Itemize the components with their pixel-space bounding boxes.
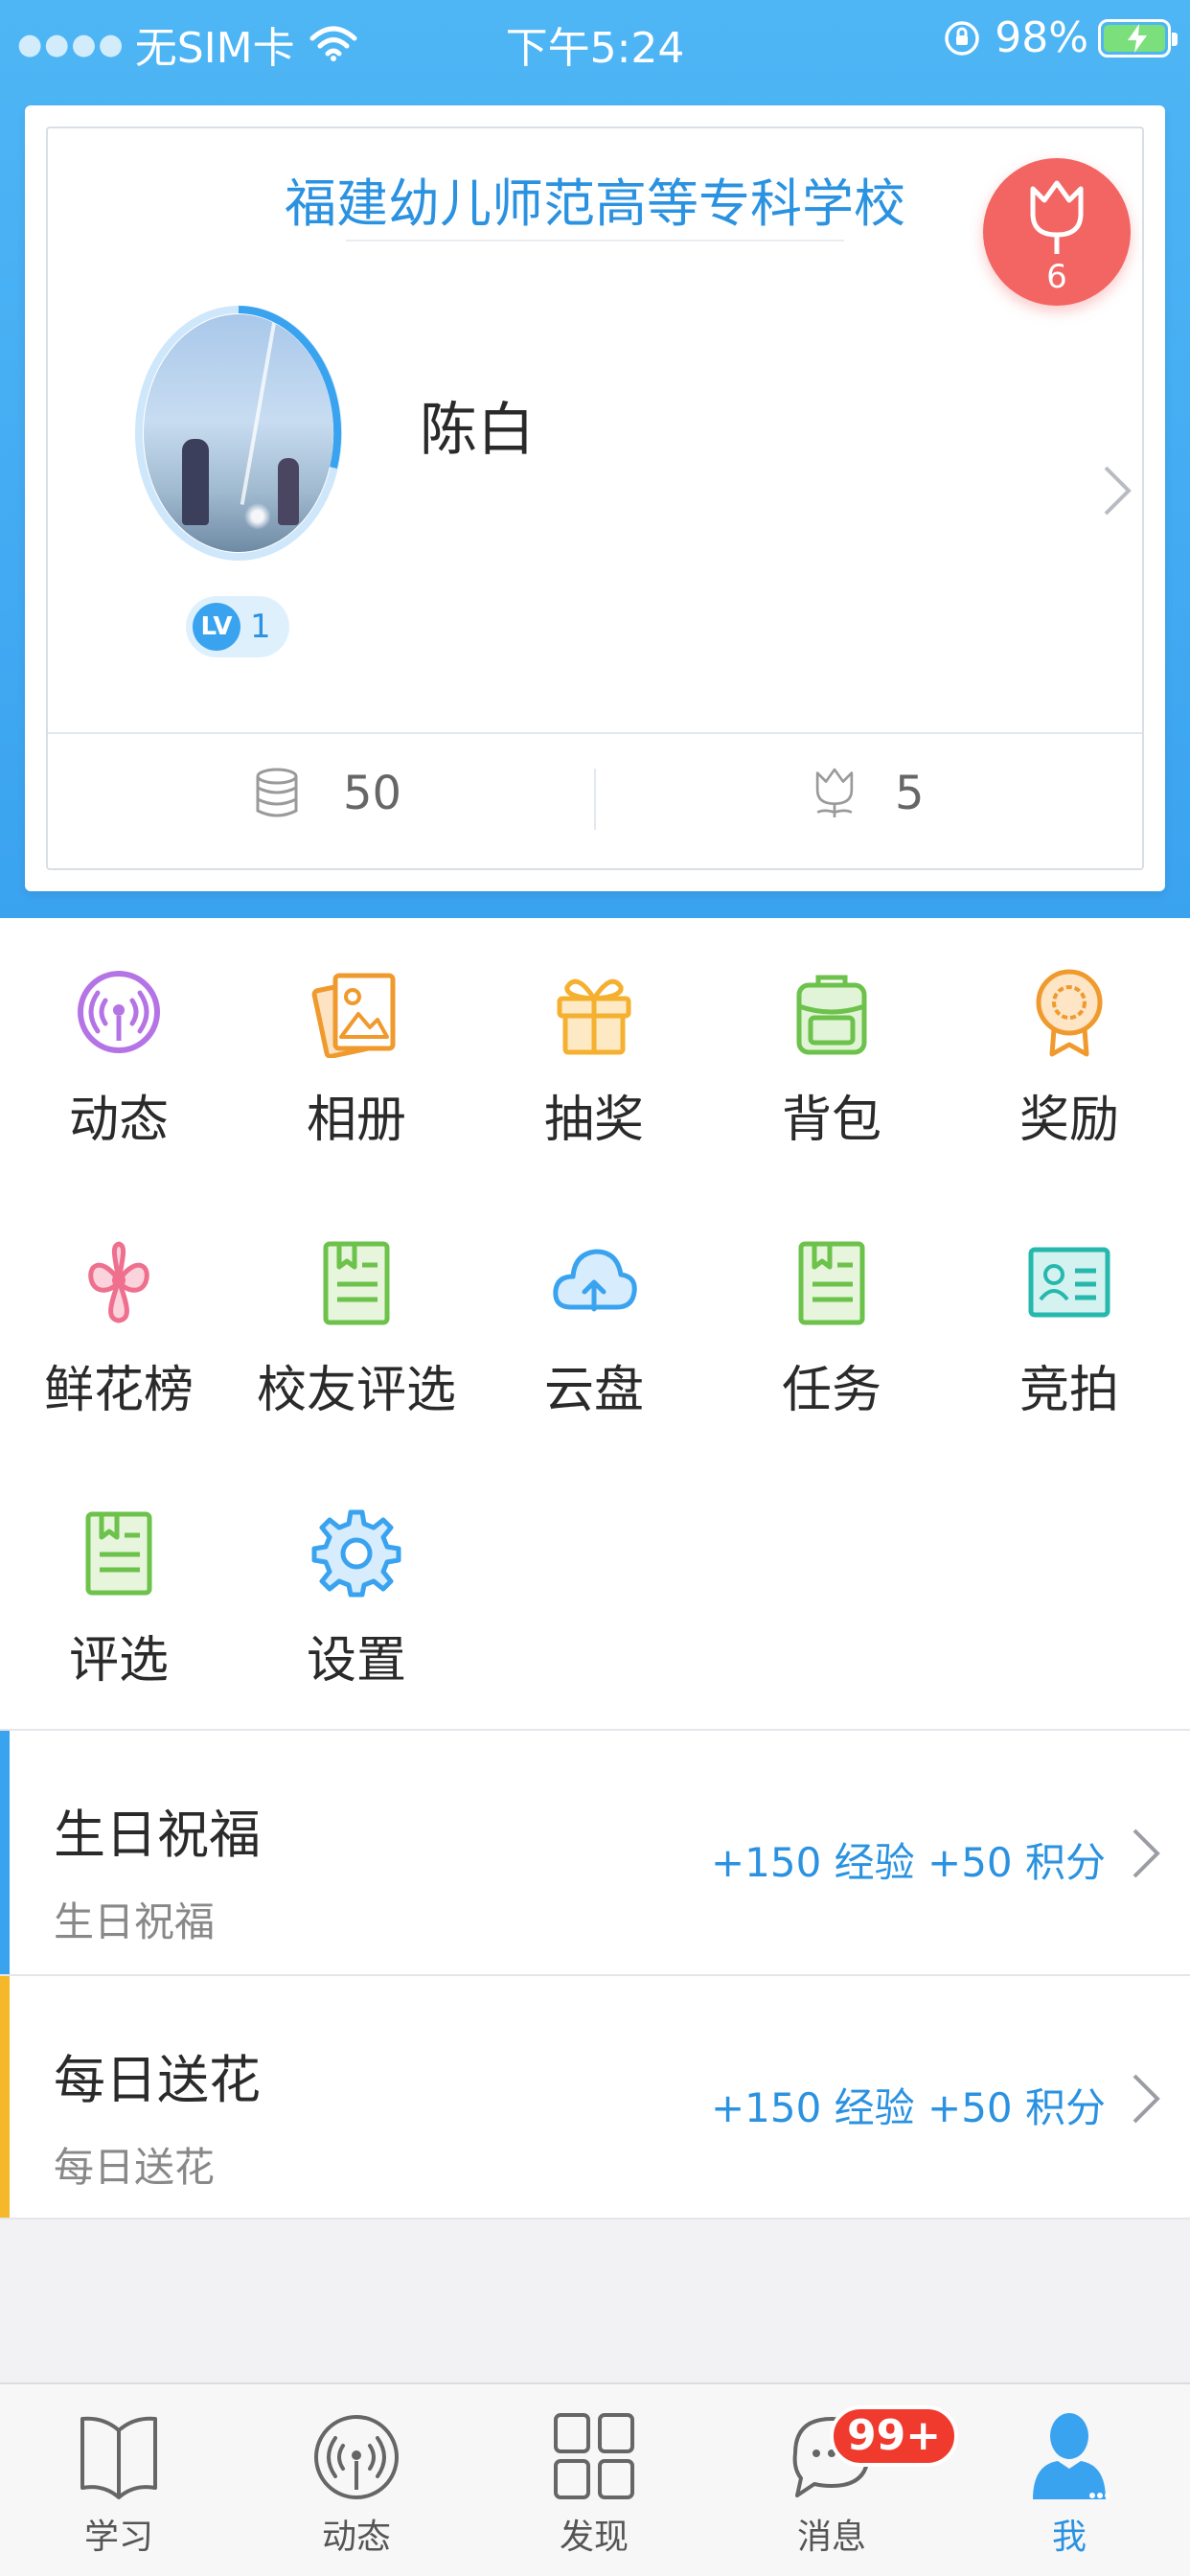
task-subtitle: 每日送花 xyxy=(54,2144,216,2191)
task-reward: +150 经验 +50 积分 xyxy=(710,1839,1106,1886)
accent-bar xyxy=(0,1731,10,1974)
rotation-lock-icon xyxy=(945,20,979,56)
accent-bar xyxy=(0,1976,10,2218)
grid-item-reward[interactable]: 奖励 xyxy=(950,918,1188,1149)
tab-label: 我 xyxy=(1051,2518,1087,2557)
tab-feed[interactable]: 动态 xyxy=(238,2384,475,2576)
document-icon xyxy=(323,1241,390,1325)
id-card-icon xyxy=(1028,1247,1110,1318)
tab-label: 发现 xyxy=(559,2518,629,2557)
grid-item-cloud[interactable]: 云盘 xyxy=(475,1188,713,1419)
gift-icon xyxy=(557,978,631,1055)
flowers-value: 5 xyxy=(895,767,925,820)
chevron-right-icon xyxy=(1133,1828,1160,1878)
school-divider xyxy=(346,240,844,242)
tab-messages[interactable]: 消息 99+ xyxy=(713,2384,959,2576)
book-icon xyxy=(80,2416,157,2499)
list-item-daily-flower[interactable]: 每日送花 每日送花 +150 经验 +50 积分 xyxy=(0,1974,1190,2220)
grid-item-label: 相册 xyxy=(306,1092,406,1149)
tulip-icon xyxy=(1030,180,1084,254)
tab-label: 学习 xyxy=(83,2518,153,2557)
person-icon xyxy=(1033,2413,1110,2499)
grid-item-label: 鲜花榜 xyxy=(43,1362,194,1419)
tulip-icon xyxy=(815,768,854,817)
grid-item-label: 奖励 xyxy=(1018,1092,1119,1149)
cloud-upload-icon xyxy=(553,1249,637,1312)
task-title: 生日祝福 xyxy=(54,1805,261,1865)
level-number: 1 xyxy=(250,608,271,646)
medal-icon xyxy=(1036,969,1103,1057)
grid-item-label: 动态 xyxy=(68,1092,169,1149)
grid-item-label: 抽奖 xyxy=(543,1092,644,1149)
grid-icon xyxy=(554,2413,634,2499)
broadcast-icon xyxy=(78,971,160,1053)
grid-item-auction[interactable]: 竞拍 xyxy=(950,1188,1188,1419)
tab-bar: 学习 动态 发现 消息 99+ 我 xyxy=(0,2382,1190,2576)
flower-icon xyxy=(88,1241,149,1323)
album-icon xyxy=(311,973,396,1058)
grid-item-label: 校友评选 xyxy=(256,1362,456,1419)
tab-label: 消息 xyxy=(796,2518,866,2557)
status-right: 98% xyxy=(943,13,1178,62)
tab-label: 动态 xyxy=(321,2518,391,2557)
backpack-icon xyxy=(796,975,867,1055)
broadcast-icon xyxy=(314,2415,399,2499)
level-badge: LV 1 xyxy=(186,596,289,657)
task-subtitle: 生日祝福 xyxy=(54,1898,216,1945)
grid-item-backpack[interactable]: 背包 xyxy=(713,918,950,1149)
grid-item-flower-rank[interactable]: 鲜花榜 xyxy=(0,1188,238,1419)
card-divider xyxy=(48,732,1142,734)
profile-header: ●●●● 无SIM卡 下午5:24 98% 福建幼儿师范高等专科学校 6 LV … xyxy=(0,0,1190,918)
chevron-right-icon xyxy=(1133,2074,1160,2124)
gear-icon xyxy=(311,1509,401,1598)
tab-me[interactable]: 我 xyxy=(950,2384,1188,2576)
avatar-ring[interactable] xyxy=(134,305,343,562)
coins-icon xyxy=(256,768,298,817)
grid-item-label: 设置 xyxy=(306,1632,406,1690)
received-flowers-count: 6 xyxy=(1046,258,1067,296)
unread-badge: 99+ xyxy=(830,2405,959,2467)
tab-discover[interactable]: 发现 xyxy=(475,2384,713,2576)
level-label: LV xyxy=(193,603,240,651)
task-reward: +150 经验 +50 积分 xyxy=(710,2084,1106,2131)
grid-item-label: 竞拍 xyxy=(1018,1362,1119,1419)
grid-item-label: 云盘 xyxy=(543,1362,644,1419)
tab-study[interactable]: 学习 xyxy=(0,2384,238,2576)
coins-stat[interactable]: 50 xyxy=(253,767,401,820)
grid-item-label: 背包 xyxy=(781,1092,881,1149)
stat-separator xyxy=(594,769,596,830)
grid-item-dongtai[interactable]: 动态 xyxy=(0,918,238,1149)
grid-item-alumni-vote[interactable]: 校友评选 xyxy=(238,1188,475,1419)
list-item-birthday[interactable]: 生日祝福 生日祝福 +150 经验 +50 积分 xyxy=(0,1729,1190,1974)
user-name: 陈白 xyxy=(420,397,535,464)
document-icon xyxy=(798,1241,865,1325)
grid-item-settings[interactable]: 设置 xyxy=(238,1459,475,1690)
feature-grid: 动态 相册 抽奖 背包 奖励 鲜花榜 校友评选 云盘 任务 竞拍 评选 设置 xyxy=(0,918,1190,1729)
battery-icon xyxy=(1098,18,1178,58)
grid-item-label: 评选 xyxy=(68,1632,169,1690)
coins-value: 50 xyxy=(343,767,402,820)
grid-item-vote[interactable]: 评选 xyxy=(0,1459,238,1690)
flowers-stat[interactable]: 5 xyxy=(811,767,925,820)
received-flowers-badge[interactable]: 6 xyxy=(983,158,1131,306)
avatar[interactable] xyxy=(144,314,333,552)
grid-item-lottery[interactable]: 抽奖 xyxy=(475,918,713,1149)
task-title: 每日送花 xyxy=(54,2050,261,2110)
status-bar: ●●●● 无SIM卡 下午5:24 98% xyxy=(0,0,1190,77)
grid-item-task[interactable]: 任务 xyxy=(713,1188,950,1419)
chevron-right-icon[interactable] xyxy=(1100,462,1134,519)
profile-card[interactable]: 福建幼儿师范高等专科学校 6 LV 1 陈白 50 5 xyxy=(25,105,1165,891)
grid-item-album[interactable]: 相册 xyxy=(238,918,475,1149)
grid-item-label: 任务 xyxy=(781,1362,881,1419)
battery-percent: 98% xyxy=(995,13,1088,62)
document-icon xyxy=(85,1511,152,1596)
